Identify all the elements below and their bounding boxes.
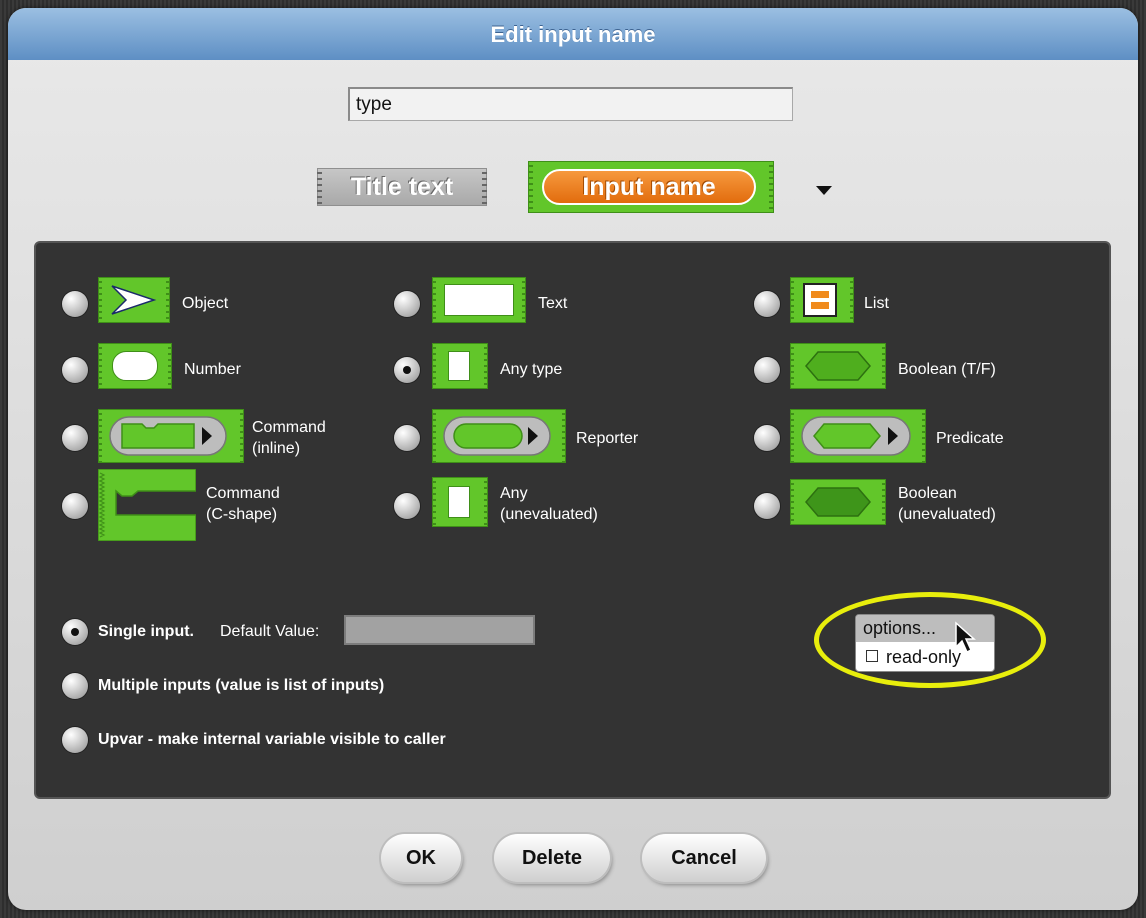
- radio-single-input[interactable]: [62, 619, 88, 645]
- type-label-command-inline: Command (inline): [252, 419, 326, 457]
- type-label-reporter: Reporter: [576, 430, 639, 447]
- checkbox-icon[interactable]: [866, 650, 878, 662]
- radio-text[interactable]: [394, 291, 420, 317]
- multiple-inputs-label: Multiple inputs (value is list of inputs…: [98, 677, 385, 694]
- dialog-title[interactable]: Edit input name: [8, 8, 1138, 60]
- title-text-label: Title text: [350, 173, 454, 201]
- default-value-field[interactable]: [344, 615, 535, 645]
- any-type-icon: [432, 343, 488, 389]
- input-type-panel: Object Text List Number Any type Boolean…: [34, 241, 1111, 799]
- mouse-cursor-icon: [955, 621, 976, 654]
- read-only-option[interactable]: read-only: [866, 645, 961, 669]
- input-name-pill: Input name: [542, 169, 756, 205]
- radio-any-unevaluated[interactable]: [394, 493, 420, 519]
- input-name-block[interactable]: Input name: [528, 161, 774, 213]
- radio-any-type[interactable]: [394, 357, 420, 383]
- radio-multiple-inputs[interactable]: [62, 673, 88, 699]
- type-label-boolean-unevaluated: Boolean (unevaluated): [898, 485, 996, 523]
- ok-button[interactable]: OK: [381, 834, 461, 882]
- radio-reporter[interactable]: [394, 425, 420, 451]
- text-type-icon: [432, 277, 526, 323]
- radio-object[interactable]: [62, 291, 88, 317]
- radio-list[interactable]: [754, 291, 780, 317]
- upvar-label: Upvar - make internal variable visible t…: [98, 731, 446, 748]
- cancel-button[interactable]: Cancel: [642, 834, 766, 882]
- radio-boolean[interactable]: [754, 357, 780, 383]
- type-label-list: List: [864, 295, 889, 312]
- radio-upvar[interactable]: [62, 727, 88, 753]
- radio-number[interactable]: [62, 357, 88, 383]
- chevron-down-icon[interactable]: [816, 186, 832, 195]
- command-c-shape-type-icon: [98, 469, 196, 541]
- list-type-icon: [790, 277, 854, 323]
- edit-input-name-dialog: Edit input name Title text Input name Ob…: [8, 8, 1138, 910]
- boolean-type-icon: [790, 343, 886, 389]
- single-input-label: Single input.: [98, 623, 194, 640]
- object-type-icon: [98, 277, 170, 323]
- title-text-block[interactable]: Title text: [317, 168, 487, 206]
- type-label-any-type: Any type: [500, 361, 563, 378]
- command-inline-type-icon: [98, 409, 244, 463]
- reporter-type-icon: [432, 409, 566, 463]
- default-value-label: Default Value:: [220, 623, 320, 640]
- any-unevaluated-type-icon: [432, 477, 488, 527]
- type-label-number: Number: [184, 361, 241, 378]
- radio-predicate[interactable]: [754, 425, 780, 451]
- type-label-any-unevaluated: Any (unevaluated): [500, 485, 598, 523]
- radio-boolean-unevaluated[interactable]: [754, 493, 780, 519]
- type-label-command-c-shape: Command (C-shape): [206, 485, 280, 523]
- radio-command-c-shape[interactable]: [62, 493, 88, 519]
- radio-command-inline[interactable]: [62, 425, 88, 451]
- type-label-boolean: Boolean (T/F): [898, 361, 996, 378]
- input-name-field[interactable]: [348, 87, 793, 121]
- type-label-object: Object: [182, 295, 229, 312]
- predicate-type-icon: [790, 409, 926, 463]
- delete-button[interactable]: Delete: [494, 834, 610, 882]
- type-label-text: Text: [538, 295, 568, 312]
- type-label-predicate: Predicate: [936, 430, 1004, 447]
- read-only-label: read-only: [886, 647, 962, 667]
- number-type-icon: [98, 343, 172, 389]
- boolean-unevaluated-type-icon: [790, 479, 886, 525]
